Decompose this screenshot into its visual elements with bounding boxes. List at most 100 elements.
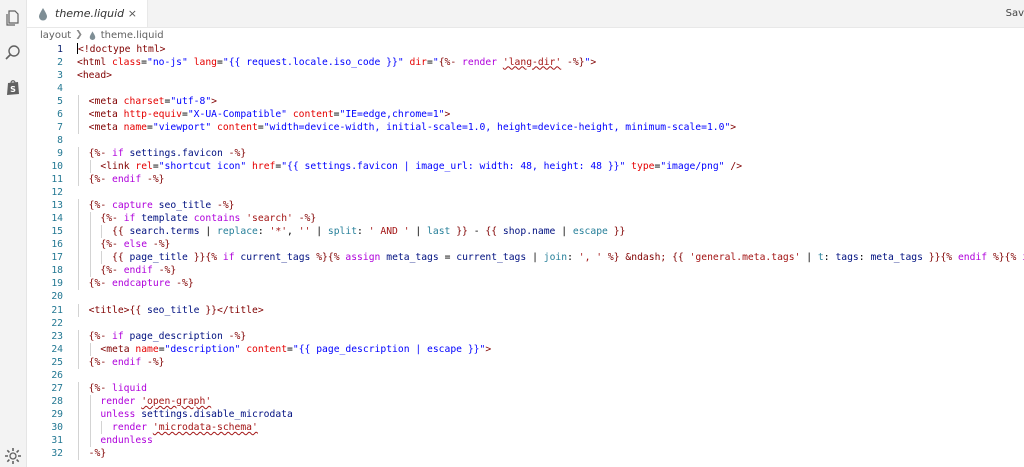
code-token: }}: [193, 252, 206, 264]
code-token: "{{ request.locale.iso_code }}": [222, 56, 410, 68]
code-line[interactable]: 15 {{ search.terms | replace: '*', '' | s…: [27, 225, 1024, 239]
line-number: 16: [51, 239, 63, 251]
code-line[interactable]: 1 <!doctype html>: [27, 43, 1024, 56]
line-number: 21: [51, 304, 63, 316]
code-line[interactable]: 19 {%- endcapture -%}: [27, 277, 1024, 291]
code-token: >: [211, 95, 218, 107]
code-token: -%}: [292, 213, 317, 225]
liquid-file-icon: [89, 30, 95, 40]
code-line[interactable]: 7 <meta name="viewport" content="width=de…: [27, 120, 1024, 134]
code-token: settings.favicon: [129, 147, 223, 159]
code-line[interactable]: 6 <meta http-equiv="X-UA-Compatible" cont…: [27, 107, 1024, 121]
search-icon[interactable]: [3, 43, 23, 63]
code-token: render: [456, 56, 503, 68]
code-token: render: [112, 421, 153, 433]
code-token: '': [298, 226, 311, 238]
code-token: }}: [205, 304, 217, 316]
code-line[interactable]: 21 <title>{{ seo_title }}</title>: [27, 303, 1024, 317]
indent-guide: [89, 159, 91, 173]
indent-guide: [101, 420, 103, 434]
code-text: {%- liquid: [89, 382, 147, 395]
code-token: :: [823, 252, 836, 264]
shopify-icon[interactable]: S: [3, 77, 23, 97]
code-token: "shortcut icon": [158, 160, 253, 172]
code-token: <head>: [77, 69, 112, 81]
explorer-icon[interactable]: [3, 8, 23, 28]
indent-guide: [78, 251, 79, 265]
code-line[interactable]: 11 {%- endif -%}: [27, 173, 1024, 187]
tab-theme-liquid[interactable]: theme.liquid ×: [27, 0, 148, 27]
line-number: 11: [51, 174, 63, 185]
code-token: split: [327, 226, 358, 238]
code-line[interactable]: 16 {%- else -%}: [27, 238, 1024, 252]
code-line[interactable]: 32 -%}: [27, 447, 1024, 461]
code-token: >: [730, 121, 737, 133]
code-line[interactable]: 20: [27, 290, 1024, 303]
code-line[interactable]: 3 <head>: [27, 69, 1024, 82]
code-line[interactable]: 17{{ page_title }}{% if current_tags %}{…: [27, 251, 1024, 265]
code-line[interactable]: 30 render 'microdata-schema': [27, 420, 1024, 434]
save-label[interactable]: Sav: [1006, 8, 1024, 19]
code-line[interactable]: 29 unless settings.disable_microdata: [27, 407, 1024, 421]
code-token: type: [631, 160, 655, 172]
code-token: current_tags: [240, 252, 317, 264]
code-line[interactable]: 2 <html class="no-js" lang="{{ request.lo…: [27, 56, 1024, 69]
code-line[interactable]: 24 <meta name="description" content="{{ p…: [27, 342, 1024, 356]
code-token: liquid: [106, 382, 147, 394]
code-token: "utf-8": [170, 95, 212, 107]
code-token: </title>: [217, 304, 264, 316]
indent-guide: [78, 447, 79, 461]
code-line[interactable]: 10 <link rel="shortcut icon" href="{{ set…: [27, 159, 1024, 173]
code-line[interactable]: 22: [27, 317, 1024, 330]
code-token: "width=device-width, initial-scale=1.0, …: [263, 121, 731, 133]
line-number: 24: [51, 343, 63, 355]
indent-guide: [78, 342, 79, 356]
line-number: 31: [51, 435, 63, 446]
code-token: :: [567, 252, 579, 264]
code-token: <title>: [88, 304, 130, 316]
code-editor[interactable]: 1 <!doctype html> 2 <html class="no-js" lan…: [27, 42, 1024, 467]
line-number: 32: [51, 448, 63, 460]
code-line[interactable]: 18 {%- endif -%}: [27, 264, 1024, 278]
code-token: |: [532, 252, 544, 264]
code-line[interactable]: 31 endunless: [27, 434, 1024, 448]
code-token: }}: [928, 252, 941, 264]
code-line[interactable]: 4: [27, 82, 1024, 95]
code-token: if: [1016, 252, 1024, 263]
code-token: charset: [123, 95, 165, 107]
code-token: {%: [940, 252, 953, 264]
code-token: {%-: [88, 147, 107, 159]
code-line[interactable]: 28 render 'open-graph': [27, 394, 1024, 408]
breadcrumb-file[interactable]: theme.liquid: [101, 30, 164, 41]
breadcrumb: layout ❯ theme.liquid: [40, 28, 164, 42]
line-number: 1: [57, 43, 63, 55]
activity-bar: S: [0, 0, 27, 467]
tab-close-button[interactable]: ×: [128, 7, 137, 20]
code-line[interactable]: 27 {%- liquid: [27, 381, 1024, 395]
code-token: endif: [106, 174, 147, 185]
code-token: template: [141, 213, 188, 225]
code-token: seo_title: [158, 200, 212, 212]
code-line[interactable]: 8: [27, 134, 1024, 147]
code-line[interactable]: 14 {%- if template contains 'search' -%}: [27, 212, 1024, 226]
indent-guide: [78, 146, 79, 160]
indent-guide: [78, 394, 79, 408]
indent-guide: [78, 107, 79, 121]
code-line[interactable]: 13 {%- capture seo_title -%}: [27, 199, 1024, 213]
line-number: 22: [51, 317, 63, 329]
code-text: {%- endif -%}: [89, 173, 165, 186]
tab-label: theme.liquid: [55, 7, 125, 20]
code-line[interactable]: 12: [27, 186, 1024, 199]
code-text: <meta name="viewport" content="width=dev…: [89, 121, 736, 134]
code-line[interactable]: 9 {%- if settings.favicon -%}: [27, 146, 1024, 160]
code-line[interactable]: 23 {%- if page_description -%}: [27, 329, 1024, 343]
code-token: -%}: [147, 356, 165, 368]
breadcrumb-folder[interactable]: layout: [40, 30, 71, 41]
code-token: join: [543, 252, 568, 264]
code-line[interactable]: 25 {%- endif -%}: [27, 355, 1024, 369]
code-line[interactable]: 26: [27, 369, 1024, 382]
code-line[interactable]: 5 <meta charset="utf-8">: [27, 94, 1024, 108]
settings-gear-icon[interactable]: [3, 446, 23, 466]
code-text: <!doctype html>: [77, 43, 166, 56]
code-token: tags: [835, 252, 859, 264]
